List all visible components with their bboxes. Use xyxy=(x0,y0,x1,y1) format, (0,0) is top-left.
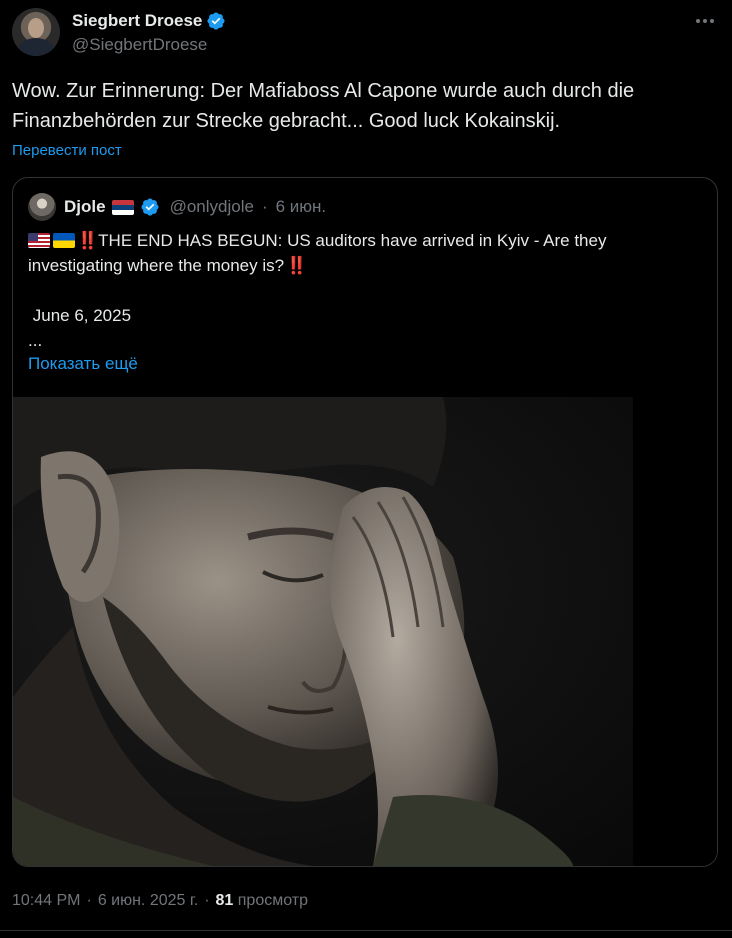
quoted-text-line: ‼️THE END HAS BEGUN: US auditors have ar… xyxy=(28,228,698,253)
views-count[interactable]: 81 xyxy=(216,892,234,909)
author-handle[interactable]: @SiegbertDroese xyxy=(72,35,226,55)
quoted-post-date: 6 июн. xyxy=(275,197,327,216)
verified-badge-icon[interactable] xyxy=(206,11,226,31)
verified-badge-icon xyxy=(141,198,159,216)
tweet-text-line: Wow. Zur Erinnerung: Der Mafiaboss Al Ca… xyxy=(12,80,635,102)
divider xyxy=(0,930,732,931)
serbia-flag-icon xyxy=(111,199,134,215)
author-block: Siegbert Droese @SiegbertDroese xyxy=(72,10,226,55)
quoted-date-line: June 6, 2025 xyxy=(28,306,132,325)
tweet-text-line: Finanzbehörden zur Strecke gebracht... G… xyxy=(12,110,561,132)
author-avatar[interactable] xyxy=(12,8,60,56)
quoted-text-line1: THE END HAS BEGUN: US auditors have arri… xyxy=(98,231,607,250)
photo-illustration xyxy=(13,397,717,866)
avatar-shoulders xyxy=(18,38,54,56)
quoted-author-name: Djole xyxy=(64,197,106,216)
quoted-author-avatar xyxy=(28,193,56,221)
post: Siegbert Droese @SiegbertDroese Wow. Zur… xyxy=(0,0,732,938)
quoted-author-handle: @onlydjole xyxy=(169,197,254,216)
meta-separator: · xyxy=(204,892,210,909)
ukraine-flag-icon xyxy=(53,233,75,248)
quoted-post-image[interactable] xyxy=(13,397,717,866)
meta-separator: · xyxy=(86,892,92,909)
show-more-link[interactable]: Показать ещё xyxy=(28,354,138,374)
translate-post-link[interactable]: Перевести пост xyxy=(12,142,122,159)
quoted-text-line: investigating where the money is? ‼️ xyxy=(28,253,698,278)
double-exclamation-icon: ‼️ xyxy=(77,231,99,250)
post-time[interactable]: 10:44 PM xyxy=(12,892,80,910)
quoted-post-card[interactable]: Djole @onlydjole · 6 июн. ‼️THE END HAS … xyxy=(12,177,718,867)
us-flag-icon xyxy=(28,233,50,248)
avatar-face xyxy=(28,18,44,38)
quoted-ellipsis: ... xyxy=(28,331,43,350)
views-label: просмотр xyxy=(237,892,308,909)
quoted-post-header: Djole @onlydjole · 6 июн. xyxy=(28,193,326,221)
post-date[interactable]: 6 июн. 2025 г. xyxy=(98,892,198,910)
quoted-text-blank xyxy=(28,278,698,303)
more-options-icon[interactable] xyxy=(692,10,718,32)
quoted-text-line2: investigating where the money is? xyxy=(28,256,285,275)
author-display-name[interactable]: Siegbert Droese xyxy=(72,11,202,31)
quoted-post-text: ‼️THE END HAS BEGUN: US auditors have ar… xyxy=(28,228,698,353)
quoted-separator: · xyxy=(261,197,268,216)
double-exclamation-icon: ‼️ xyxy=(286,256,308,275)
tweet-text: Wow. Zur Erinnerung: Der Mafiaboss Al Ca… xyxy=(12,76,712,136)
author-name-row: Siegbert Droese xyxy=(72,10,226,32)
post-metadata: 10:44 PM · 6 июн. 2025 г. · 81 просмотр xyxy=(12,892,308,910)
